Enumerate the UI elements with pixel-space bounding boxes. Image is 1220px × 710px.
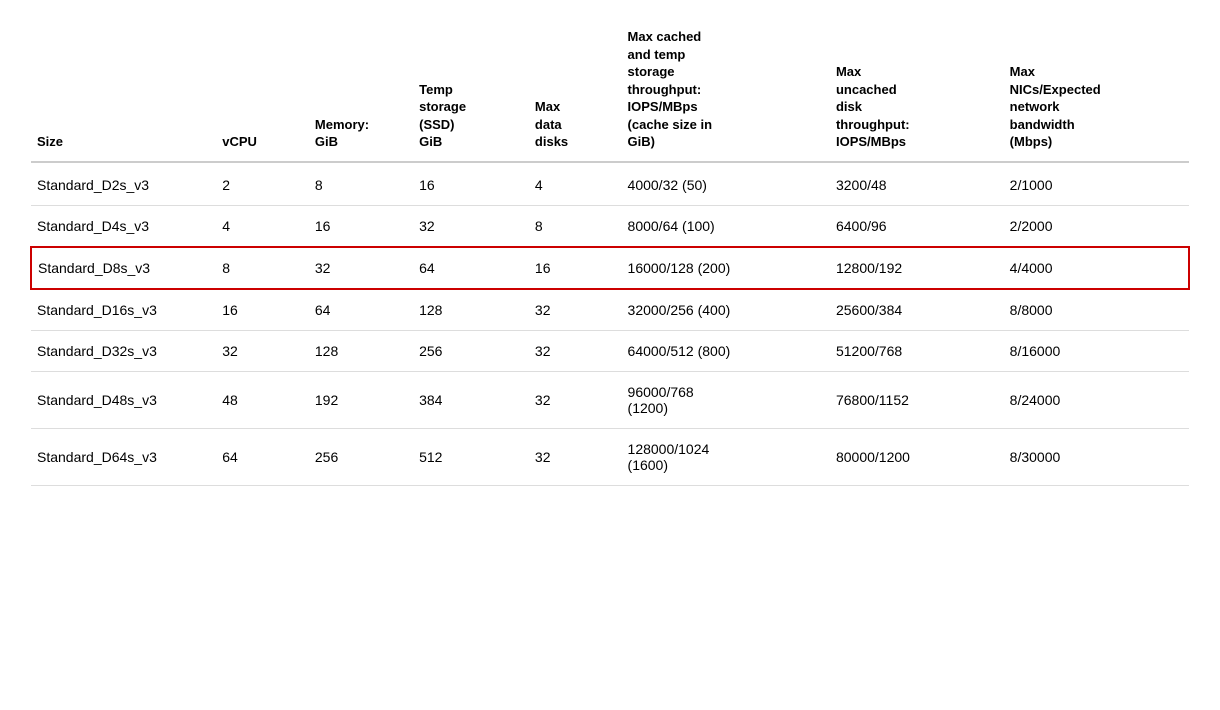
- col-header-memory: Memory:GiB: [309, 20, 413, 162]
- cell-size: Standard_D32s_v3: [31, 330, 216, 371]
- cell-cached: 64000/512 (800): [622, 330, 830, 371]
- cell-temp: 32: [413, 205, 529, 247]
- cell-cached: 32000/256 (400): [622, 289, 830, 331]
- table-row: Standard_D16s_v316641283232000/256 (400)…: [31, 289, 1189, 331]
- cell-data: 32: [529, 289, 622, 331]
- vm-sizes-table: Size vCPU Memory:GiB Tempstorage(SSD)GiB…: [30, 20, 1190, 486]
- table-row: Standard_D64s_v36425651232128000/1024(16…: [31, 428, 1189, 485]
- cell-size: Standard_D16s_v3: [31, 289, 216, 331]
- cell-vcpu: 32: [216, 330, 309, 371]
- cell-memory: 32: [309, 247, 413, 289]
- cell-memory: 128: [309, 330, 413, 371]
- cell-nic: 8/30000: [1004, 428, 1189, 485]
- cell-cached: 8000/64 (100): [622, 205, 830, 247]
- cell-nic: 8/8000: [1004, 289, 1189, 331]
- cell-memory: 256: [309, 428, 413, 485]
- table-row: Standard_D2s_v3281644000/32 (50)3200/482…: [31, 162, 1189, 206]
- cell-vcpu: 48: [216, 371, 309, 428]
- cell-memory: 8: [309, 162, 413, 206]
- cell-data: 32: [529, 428, 622, 485]
- col-header-temp: Tempstorage(SSD)GiB: [413, 20, 529, 162]
- cell-cached: 128000/1024(1600): [622, 428, 830, 485]
- cell-temp: 64: [413, 247, 529, 289]
- cell-data: 8: [529, 205, 622, 247]
- cell-nic: 8/16000: [1004, 330, 1189, 371]
- cell-data: 4: [529, 162, 622, 206]
- table-header-row: Size vCPU Memory:GiB Tempstorage(SSD)GiB…: [31, 20, 1189, 162]
- cell-memory: 192: [309, 371, 413, 428]
- cell-vcpu: 64: [216, 428, 309, 485]
- cell-vcpu: 16: [216, 289, 309, 331]
- cell-temp: 16: [413, 162, 529, 206]
- table-row: Standard_D48s_v3481923843296000/768(1200…: [31, 371, 1189, 428]
- vm-sizes-table-container: Size vCPU Memory:GiB Tempstorage(SSD)GiB…: [30, 20, 1190, 486]
- cell-data: 16: [529, 247, 622, 289]
- cell-temp: 384: [413, 371, 529, 428]
- col-header-cached: Max cachedand tempstoragethroughput:IOPS…: [622, 20, 830, 162]
- cell-size: Standard_D4s_v3: [31, 205, 216, 247]
- cell-size: Standard_D8s_v3: [31, 247, 216, 289]
- cell-uncached: 6400/96: [830, 205, 1004, 247]
- cell-memory: 16: [309, 205, 413, 247]
- cell-nic: 4/4000: [1004, 247, 1189, 289]
- table-row: Standard_D4s_v34163288000/64 (100)6400/9…: [31, 205, 1189, 247]
- cell-uncached: 12800/192: [830, 247, 1004, 289]
- cell-temp: 128: [413, 289, 529, 331]
- cell-uncached: 25600/384: [830, 289, 1004, 331]
- col-header-vcpu: vCPU: [216, 20, 309, 162]
- cell-vcpu: 4: [216, 205, 309, 247]
- col-header-uncached: Maxuncacheddiskthroughput:IOPS/MBps: [830, 20, 1004, 162]
- cell-size: Standard_D2s_v3: [31, 162, 216, 206]
- cell-data: 32: [529, 371, 622, 428]
- cell-uncached: 51200/768: [830, 330, 1004, 371]
- cell-uncached: 3200/48: [830, 162, 1004, 206]
- col-header-size: Size: [31, 20, 216, 162]
- cell-size: Standard_D48s_v3: [31, 371, 216, 428]
- cell-vcpu: 2: [216, 162, 309, 206]
- cell-nic: 2/2000: [1004, 205, 1189, 247]
- cell-temp: 512: [413, 428, 529, 485]
- cell-memory: 64: [309, 289, 413, 331]
- cell-vcpu: 8: [216, 247, 309, 289]
- cell-size: Standard_D64s_v3: [31, 428, 216, 485]
- table-row: Standard_D32s_v3321282563264000/512 (800…: [31, 330, 1189, 371]
- cell-cached: 96000/768(1200): [622, 371, 830, 428]
- cell-nic: 2/1000: [1004, 162, 1189, 206]
- col-header-data: Maxdatadisks: [529, 20, 622, 162]
- cell-data: 32: [529, 330, 622, 371]
- cell-uncached: 76800/1152: [830, 371, 1004, 428]
- cell-temp: 256: [413, 330, 529, 371]
- table-row: Standard_D8s_v3832641616000/128 (200)128…: [31, 247, 1189, 289]
- col-header-nic: MaxNICs/Expectednetworkbandwidth(Mbps): [1004, 20, 1189, 162]
- cell-cached: 16000/128 (200): [622, 247, 830, 289]
- cell-nic: 8/24000: [1004, 371, 1189, 428]
- cell-cached: 4000/32 (50): [622, 162, 830, 206]
- cell-uncached: 80000/1200: [830, 428, 1004, 485]
